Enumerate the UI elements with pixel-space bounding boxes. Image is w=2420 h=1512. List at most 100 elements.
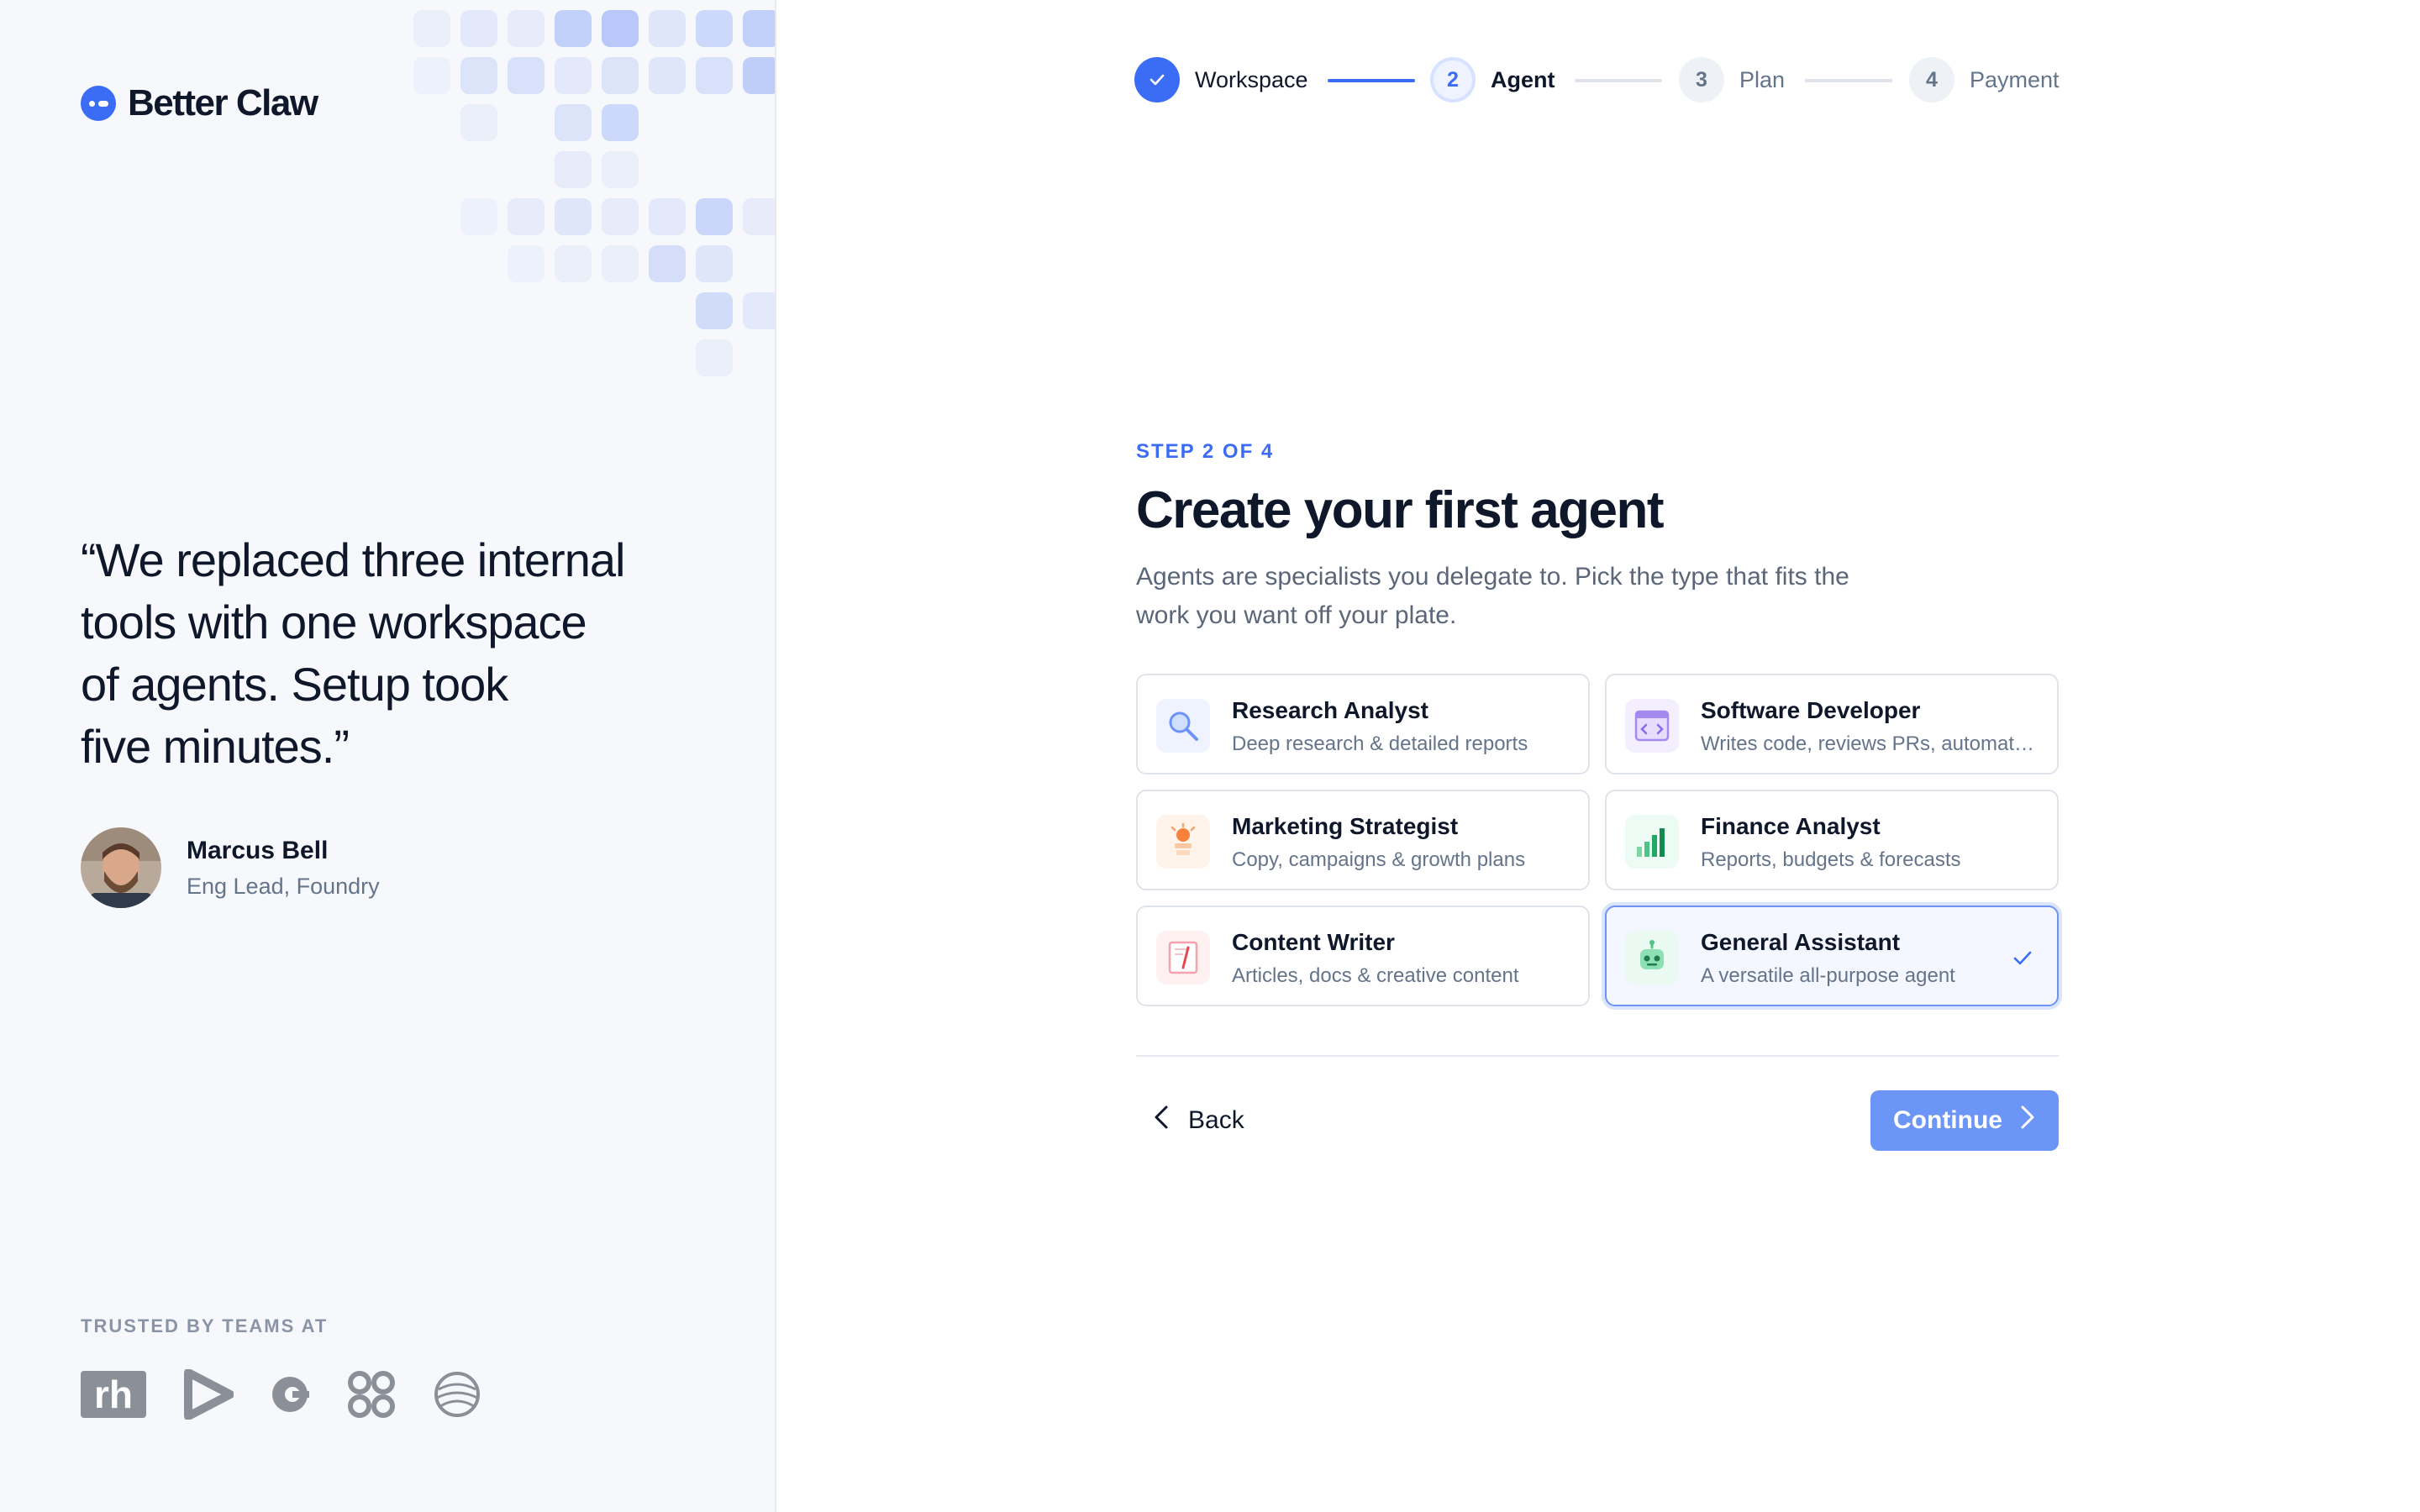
pattern-square	[460, 10, 497, 47]
quote-line: five minutes.”	[81, 720, 350, 773]
quote-line: “We replaced three internal	[81, 533, 625, 586]
step-number: 4	[1909, 57, 1954, 102]
continue-button[interactable]: Continue	[1870, 1090, 2059, 1151]
agent-card-general-assistant[interactable]: General Assistant A versatile all-purpos…	[1605, 906, 2059, 1006]
step-eyebrow: STEP 2 OF 4	[1136, 440, 1275, 463]
card-description: Reports, budgets & forecasts	[1701, 848, 1961, 871]
avatar	[81, 827, 161, 908]
pattern-square	[413, 57, 450, 94]
author-name: Marcus Bell	[187, 836, 329, 864]
brand-name: Better Claw	[128, 82, 318, 123]
pattern-square	[555, 245, 592, 282]
selected-check-icon	[2010, 946, 2035, 975]
card-title: Marketing Strategist	[1232, 813, 1459, 839]
agent-type-grid: Research Analyst Deep research & detaile…	[1136, 674, 2059, 1006]
knot-logo	[348, 1371, 395, 1418]
pattern-square	[508, 10, 544, 47]
customer-logos: rh	[81, 1369, 481, 1420]
code-window-icon	[1625, 699, 1679, 753]
page-subtitle: Agents are specialists you delegate to. …	[1136, 563, 1849, 629]
chevron-right-icon	[2019, 1104, 2036, 1137]
trusted-label: TRUSTED BY TEAMS AT	[81, 1315, 329, 1336]
step-agent[interactable]: 2 Agent	[1430, 57, 1555, 102]
pattern-square	[602, 104, 639, 141]
step-connector	[1805, 79, 1892, 82]
agent-card-research-analyst[interactable]: Research Analyst Deep research & detaile…	[1136, 674, 1590, 774]
c-logo	[272, 1377, 309, 1412]
back-label: Back	[1188, 1106, 1244, 1134]
pattern-square	[696, 339, 733, 376]
brand[interactable]: Better Claw	[81, 82, 318, 124]
rh-logo: rh	[81, 1371, 146, 1418]
step-label: Workspace	[1195, 66, 1308, 92]
quote-line: of agents. Setup took	[81, 658, 508, 711]
continue-label: Continue	[1893, 1106, 2002, 1134]
svg-text:rh: rh	[94, 1373, 133, 1416]
card-description: Articles, docs & creative content	[1232, 964, 1519, 987]
pattern-square	[696, 198, 733, 235]
step-connector	[1575, 79, 1662, 82]
step-label: Plan	[1739, 66, 1786, 92]
pattern-square	[602, 198, 639, 235]
pattern-square	[508, 57, 544, 94]
check-icon	[1134, 57, 1180, 102]
pattern-square	[602, 10, 639, 47]
pattern-square	[743, 292, 775, 329]
bar-chart-icon	[1625, 815, 1679, 869]
brand-logo-icon	[81, 86, 116, 121]
card-title: Software Developer	[1701, 697, 1921, 723]
pattern-square	[508, 198, 544, 235]
step-plan[interactable]: 3 Plan	[1679, 57, 1785, 102]
step-workspace[interactable]: Workspace	[1134, 57, 1308, 102]
pattern-square	[460, 57, 497, 94]
pattern-square	[743, 10, 775, 47]
pattern-square	[508, 245, 544, 282]
pattern-square	[460, 198, 497, 235]
robot-icon	[1625, 931, 1679, 984]
card-title: General Assistant	[1701, 929, 1901, 955]
footer-divider	[1136, 1055, 2059, 1057]
pattern-square	[696, 245, 733, 282]
agent-card-marketing-strategist[interactable]: Marketing Strategist Copy, campaigns & g…	[1136, 790, 1590, 890]
pattern-square	[555, 198, 592, 235]
chevron-left-icon	[1153, 1104, 1170, 1137]
pattern-square	[555, 10, 592, 47]
back-button[interactable]: Back	[1153, 1097, 1244, 1144]
play-logo	[184, 1369, 234, 1420]
magnifier-icon	[1156, 699, 1210, 753]
pattern-square	[413, 10, 450, 47]
agent-card-finance-analyst[interactable]: Finance Analyst Reports, budgets & forec…	[1605, 790, 2059, 890]
pattern-square	[555, 57, 592, 94]
pattern-square	[743, 57, 775, 94]
testimonial-quote: “We replaced three internal tools with o…	[81, 529, 686, 778]
card-description: Writes code, reviews PRs, automates task…	[1701, 732, 2037, 755]
pattern-square	[649, 57, 686, 94]
pattern-square	[696, 57, 733, 94]
pattern-square	[555, 104, 592, 141]
pattern-square	[743, 198, 775, 235]
author-role: Eng Lead, Foundry	[187, 873, 380, 899]
stepper: Workspace 2 Agent 3 Plan 4 Payment	[1134, 57, 2060, 108]
agent-card-content-writer[interactable]: Content Writer Articles, docs & creative…	[1136, 906, 1590, 1006]
card-description: A versatile all-purpose agent	[1701, 964, 1955, 987]
pattern-square	[555, 151, 592, 188]
pattern-square	[649, 245, 686, 282]
step-label: Agent	[1491, 66, 1555, 92]
step-payment[interactable]: 4 Payment	[1909, 57, 2060, 102]
pattern-square	[602, 151, 639, 188]
megaphone-icon	[1156, 815, 1210, 869]
pattern-square	[696, 10, 733, 47]
pattern-square	[602, 245, 639, 282]
card-title: Finance Analyst	[1701, 813, 1881, 839]
decorative-pattern	[403, 0, 775, 386]
step-number: 3	[1679, 57, 1724, 102]
page-title: Create your first agent	[1136, 481, 1665, 539]
card-title: Content Writer	[1232, 929, 1395, 955]
agent-card-software-developer[interactable]: Software Developer Writes code, reviews …	[1605, 674, 2059, 774]
pattern-square	[649, 198, 686, 235]
globe-logo	[434, 1372, 480, 1417]
notepad-icon	[1156, 931, 1210, 984]
left-panel: Better Claw “We replaced three internal …	[0, 0, 776, 1512]
pattern-square	[696, 292, 733, 329]
pattern-square	[602, 57, 639, 94]
